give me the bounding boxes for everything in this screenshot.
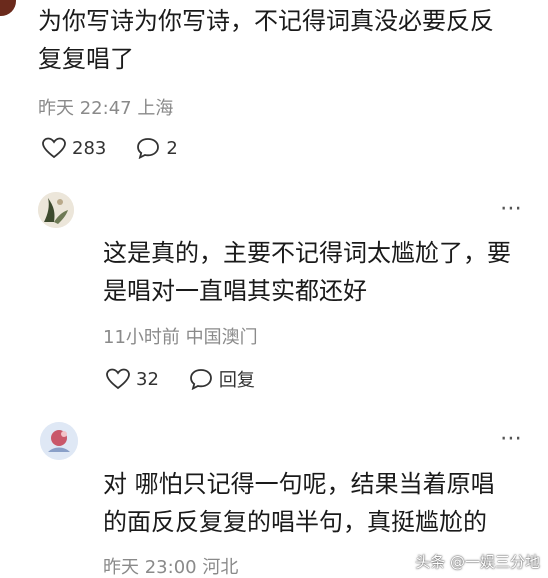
- avatar[interactable]: [0, 0, 16, 16]
- comment-text: 对 哪怕只记得一句呢，结果当着原唱 的面反反复复的唱半句，真挺尴尬的: [103, 465, 543, 541]
- comment-line: 是唱对一直唱其实都还好: [103, 277, 367, 305]
- avatar-image: [40, 422, 78, 460]
- reply-label: 回复: [218, 370, 255, 391]
- comment-line: 复复唱了: [38, 45, 134, 73]
- heart-icon: [42, 137, 66, 159]
- comment-line: 为你写诗为你写诗，不记得词真没必要反反: [38, 7, 494, 35]
- reply-button[interactable]: 回复: [189, 366, 255, 392]
- comment-line: 对 哪怕只记得一句呢，结果当着原唱: [103, 470, 495, 498]
- reply-button[interactable]: 2: [136, 137, 178, 159]
- more-dots-icon[interactable]: ⋯: [500, 426, 524, 451]
- more-dots-icon[interactable]: ⋯: [500, 196, 524, 221]
- comment-meta: 昨天 23:00 河北: [103, 557, 239, 578]
- comment-line: 的面反反复复的唱半句，真挺尴尬的: [103, 508, 487, 536]
- like-button[interactable]: 32: [106, 368, 159, 390]
- comment-actions: 32 回复: [106, 366, 285, 392]
- avatar-image: [38, 192, 74, 228]
- comment-bubble-icon: [137, 138, 160, 159]
- comment-text: 为你写诗为你写诗，不记得词真没必要反反 复复唱了: [38, 2, 538, 78]
- like-count: 32: [136, 368, 159, 390]
- like-button[interactable]: 283: [42, 137, 106, 159]
- reply-count: 2: [166, 137, 178, 159]
- avatar[interactable]: [38, 192, 74, 228]
- like-count: 283: [72, 137, 107, 159]
- comment-bubble-icon: [190, 369, 212, 390]
- comment-text: 这是真的，主要不记得词太尴尬了，要 是唱对一直唱其实都还好: [103, 234, 543, 310]
- heart-icon: [106, 368, 130, 390]
- avatar[interactable]: [40, 422, 78, 460]
- comment-meta: 昨天 22:47 上海: [38, 98, 174, 119]
- watermark: 头条 @一娱三分地: [415, 553, 540, 571]
- comment-actions: 283 2: [42, 137, 208, 159]
- comment-line: 这是真的，主要不记得词太尴尬了，要: [103, 239, 511, 267]
- comment-meta: 11小时前 中国澳门: [103, 327, 258, 348]
